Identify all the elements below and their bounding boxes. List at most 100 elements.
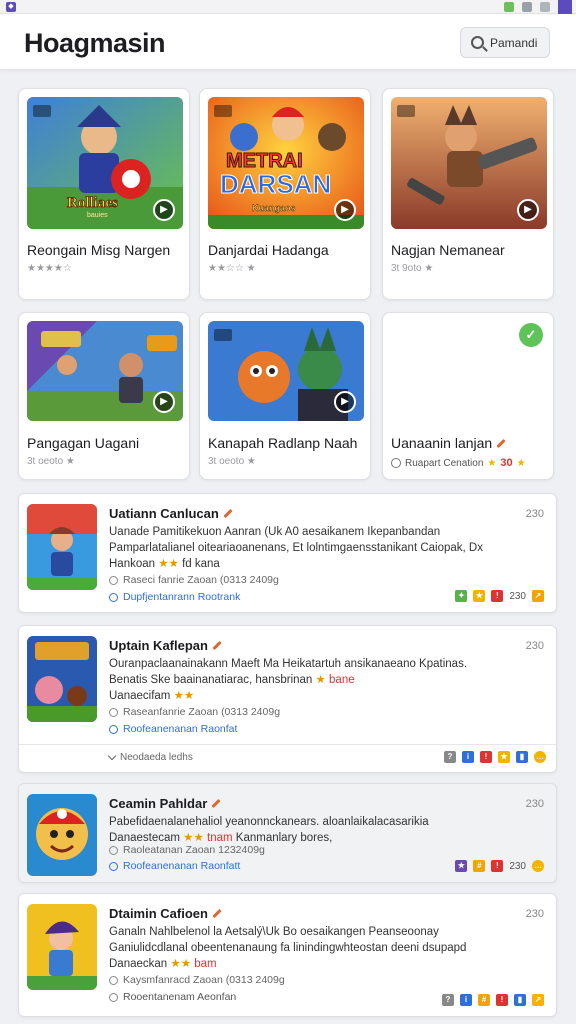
row-subtitle: Kaysmfanracd Zaoan (0313 2409g — [109, 974, 285, 986]
search-icon — [471, 36, 484, 49]
desc-text: Danaeckan — [109, 958, 168, 970]
row-link-text: Roofeanenanan Raonfat — [123, 723, 238, 735]
game-card[interactable]: ✓ Uanaanin lanjan Ruapart Cenation ★ 30 … — [382, 312, 554, 480]
share-icon[interactable]: ↗ — [532, 590, 544, 602]
flag-icon — [33, 105, 51, 117]
desc-text: Benatis Ske baainanatiarac, hansbrinan — [109, 674, 313, 686]
row-subtitle: Raoleatanan Zaoan 1232409g — [109, 844, 265, 856]
row-icon-count: 230 — [509, 590, 526, 602]
bookmark-icon[interactable]: ▮ — [514, 994, 526, 1006]
tag-icon[interactable]: # — [473, 860, 486, 872]
desc-line: Uanaecifam ★★ — [109, 688, 539, 704]
row-title: Uatiann Canlucan — [109, 506, 219, 521]
row-actions: ★ # ! 230 … — [455, 860, 544, 872]
play-icon[interactable]: ▶ — [517, 199, 539, 221]
star-icon[interactable]: ★ — [455, 860, 468, 872]
play-icon[interactable]: ▶ — [153, 391, 175, 413]
menu-icon[interactable] — [558, 0, 572, 14]
game-thumbnail — [27, 904, 97, 990]
row-actions: ? i # ! ▮ ↗ — [442, 994, 544, 1006]
star-icon[interactable]: ★ — [473, 590, 486, 602]
row-description: Uanade Pamitikekuon Aanran (Uk A0 aesaik… — [109, 524, 539, 572]
card-title-row: Uanaanin lanjan — [391, 435, 506, 451]
star-rating: ★ — [315, 674, 326, 686]
row-description: Ouranpaclaanainakann Maeft Ma Heikatartu… — [109, 656, 539, 704]
clock-icon — [109, 575, 118, 585]
badge-icon[interactable]: ! — [480, 751, 492, 763]
game-card[interactable]: ▶ Pangagan Uagani 3t oeoto ★ — [18, 312, 190, 480]
row-count: 230 — [525, 798, 544, 810]
badge-icon[interactable]: ! — [496, 994, 508, 1006]
row-subtitle: Raseci fanrie Zaoan (0313 2409g — [109, 574, 279, 586]
star-icon: ★ — [516, 457, 526, 469]
desc-text: Kanmanlary bores, — [235, 832, 333, 844]
search-button[interactable]: Pamandi — [460, 27, 550, 58]
play-icon[interactable]: ▶ — [334, 199, 356, 221]
card-footer-number: 30 — [500, 457, 513, 469]
game-art: ▶ — [391, 97, 547, 229]
row-title: Ceamin Pahldar — [109, 796, 208, 811]
game-card[interactable]: Rolliaes bauies ▶ Reongain Misg Nargen ★… — [18, 88, 190, 300]
pencil-icon — [211, 798, 221, 809]
list-item[interactable]: Uptain Kaflepan 230 Ouranpaclaanainakann… — [18, 625, 558, 773]
app-header: Hoagmasin Pamandi — [0, 14, 576, 70]
badge-icon[interactable]: ! — [491, 590, 504, 602]
tag-icon[interactable]: # — [478, 994, 490, 1006]
card-rating: 3t oeoto ★ — [27, 456, 75, 467]
row-link[interactable]: Rooentanenam Aeonfan — [109, 991, 236, 1003]
row-expander[interactable]: Neodaeda ledhs ? i ! ★ ▮ … — [19, 744, 558, 770]
star-icon[interactable]: ★ — [498, 751, 510, 763]
game-thumbnail — [27, 794, 97, 876]
chat-icon[interactable]: … — [532, 860, 544, 872]
desc-line: Uanade Pamitikekuon Aanran (Uk A0 aesaik… — [109, 526, 441, 538]
row-link[interactable]: Dupfjentanrann Rootrank — [109, 591, 240, 603]
row-title-wrap: Uptain Kaflepan — [109, 638, 222, 653]
desc-line: Ganiulidcdlanal obeentenanaung fa linind… — [109, 942, 467, 954]
row-link-text: Rooentanenam Aeonfan — [123, 991, 237, 1003]
card-rating: ★★☆☆ ★ — [208, 263, 256, 274]
desc-text: bane — [329, 674, 355, 686]
card-title: Uanaanin lanjan — [391, 435, 493, 451]
list-item[interactable]: Uatiann Canlucan 230 Uanade Pamitikekuon… — [18, 493, 557, 613]
star-rating: ★★ — [183, 832, 204, 844]
bookmark-icon[interactable]: ▮ — [516, 751, 528, 763]
status-bar: ◆ — [0, 0, 576, 14]
desc-line: Danaeckan ★★ bam — [109, 956, 539, 972]
pencil-icon — [496, 438, 506, 448]
card-title: Danjardai Hadanga — [208, 242, 329, 258]
flag-icon — [397, 105, 415, 117]
row-title-wrap: Uatiann Canlucan — [109, 506, 233, 521]
row-description: Pabefidaenalanehaliol yeanonnckanears. a… — [109, 814, 539, 846]
help-icon[interactable]: ? — [444, 751, 456, 763]
game-card[interactable]: ▶ Kanapah Radlanp Naah 3t oeoto ★ — [199, 312, 371, 480]
list-item[interactable]: Dtaimin Cafioen 230 Ganaln Nahlbelenol l… — [18, 893, 557, 1017]
row-subtitle-text: Raseci fanrie Zaoan (0313 2409g — [123, 574, 279, 586]
play-icon[interactable]: ▶ — [334, 391, 356, 413]
share-icon[interactable]: ↗ — [532, 994, 544, 1006]
desc-text: Uanaecifam — [109, 690, 171, 702]
play-icon[interactable]: ▶ — [153, 199, 175, 221]
help-icon[interactable]: ? — [442, 994, 454, 1006]
list-item[interactable]: Ceamin Pahldar 230 Pabefidaenalanehaliol… — [18, 783, 557, 883]
row-subtitle-text: Raoleatanan Zaoan 1232409g — [123, 844, 265, 856]
row-subtitle: Raseanfanrie Zaoan (0313 2409g — [109, 706, 280, 718]
row-link[interactable]: Roofeanenanan Raonfatt — [109, 860, 240, 872]
game-card[interactable]: METRAI DARSAN Kuangaos ▶ Danjardai Hadan… — [199, 88, 371, 300]
info-icon[interactable]: i — [460, 994, 472, 1006]
info-icon[interactable]: i — [462, 751, 474, 763]
clock-icon — [109, 845, 118, 855]
art-logo-text: Rolliaes — [67, 195, 118, 211]
card-title: Kanapah Radlanp Naah — [208, 435, 358, 451]
row-link-text: Roofeanenanan Raonfatt — [123, 860, 241, 872]
link-icon — [109, 592, 118, 602]
chevron-down-icon — [107, 751, 117, 761]
game-card[interactable]: ▶ Nagjan Nemanear 3t 9oto ★ — [382, 88, 554, 300]
leaf-icon[interactable]: ✦ — [455, 590, 468, 602]
chat-icon[interactable]: … — [534, 751, 546, 763]
signal-icon — [522, 2, 532, 12]
badge-icon[interactable]: ! — [491, 860, 504, 872]
desc-line: Benatis Ske baainanatiarac, hansbrinan ★… — [109, 672, 539, 688]
row-description: Ganaln Nahlbelenol la Aetsalý\Uk Bo oesa… — [109, 924, 539, 972]
row-title: Dtaimin Cafioen — [109, 906, 208, 921]
row-link[interactable]: Roofeanenanan Raonfat — [109, 723, 237, 735]
